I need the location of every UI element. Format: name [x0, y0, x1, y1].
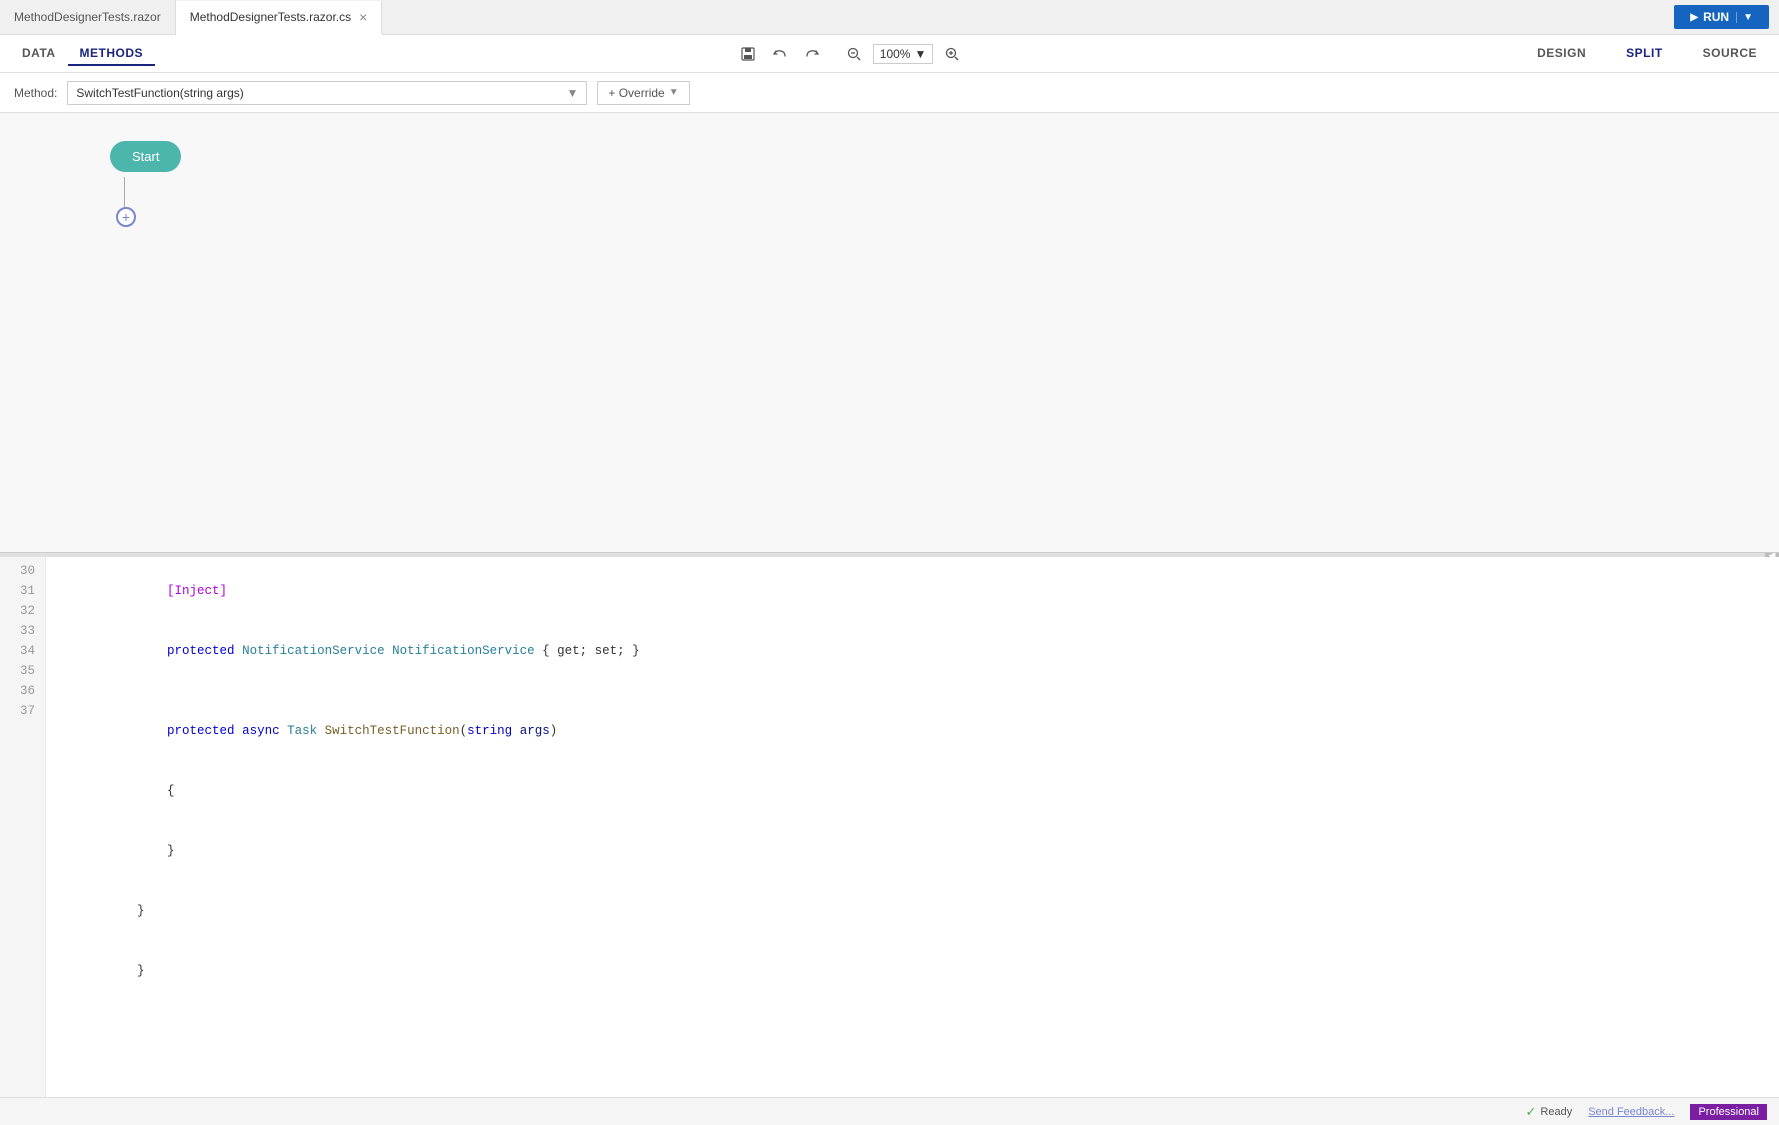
zoom-in-icon — [944, 46, 960, 62]
save-button[interactable] — [735, 43, 761, 65]
tab-bar: MethodDesignerTests.razor MethodDesigner… — [0, 0, 1779, 35]
method-bar: Method: SwitchTestFunction(string args) … — [0, 73, 1779, 113]
code-line-31: protected NotificationService Notificati… — [62, 621, 1779, 681]
zoom-value: 100% — [880, 47, 911, 61]
code-lines[interactable]: [Inject] protected NotificationService N… — [46, 557, 1779, 1097]
redo-icon — [804, 46, 820, 62]
status-ready: ✓ Ready — [1526, 1104, 1573, 1120]
view-design[interactable]: DESIGN — [1525, 42, 1598, 66]
check-icon: ✓ — [1526, 1104, 1537, 1120]
code-line-35: } — [62, 821, 1779, 881]
line-num-34: 34 — [14, 641, 35, 661]
line-num-37: 37 — [14, 701, 35, 721]
redo-button[interactable] — [799, 43, 825, 65]
method-dropdown-icon: ▼ — [566, 86, 578, 100]
zoom-out-icon — [846, 46, 862, 62]
tab-data[interactable]: DATA — [10, 42, 68, 66]
method-selected-value: SwitchTestFunction(string args) — [76, 86, 243, 100]
add-node-icon: + — [122, 209, 130, 225]
line-num-31: 31 — [14, 581, 35, 601]
override-button[interactable]: + Override ▼ — [597, 81, 689, 105]
code-content[interactable]: 30 31 32 33 34 35 36 37 [Inject] protect… — [0, 557, 1779, 1097]
toolbar-center: 100% ▼ — [175, 43, 1525, 65]
tab-1[interactable]: MethodDesignerTests.razor — [0, 0, 176, 34]
view-switcher: DESIGN SPLIT SOURCE — [1525, 42, 1769, 66]
code-line-30: [Inject] — [62, 561, 1779, 621]
override-label: + Override — [608, 86, 664, 100]
method-dropdown[interactable]: SwitchTestFunction(string args) ▼ — [67, 81, 587, 105]
code-line-32 — [62, 681, 1779, 701]
feedback-link[interactable]: Send Feedback... — [1588, 1106, 1674, 1118]
line-num-32: 32 — [14, 601, 35, 621]
ready-label: Ready — [1540, 1106, 1572, 1118]
run-play-icon: ▶ — [1690, 12, 1698, 23]
edition-badge: Professional — [1690, 1104, 1767, 1120]
toolbar-tabs: DATA METHODS — [10, 42, 155, 66]
line-num-30: 30 — [14, 561, 35, 581]
code-line-33: protected async Task SwitchTestFunction(… — [62, 701, 1779, 761]
start-node[interactable]: Start — [110, 141, 181, 172]
zoom-out-button[interactable] — [841, 43, 867, 65]
line-num-33: 33 — [14, 621, 35, 641]
tab-2[interactable]: MethodDesignerTests.razor.cs × — [176, 1, 383, 35]
undo-icon — [772, 46, 788, 62]
add-node-button[interactable]: + — [116, 207, 136, 227]
save-icon — [740, 46, 756, 62]
run-button[interactable]: ▶ RUN ▼ — [1674, 5, 1769, 29]
main-split: Start + ◀ 30 31 32 33 34 35 36 37 [In — [0, 113, 1779, 1097]
method-label: Method: — [14, 86, 57, 100]
tab-methods[interactable]: METHODS — [68, 42, 156, 66]
code-line-34: { — [62, 761, 1779, 821]
main-toolbar: DATA METHODS — [0, 35, 1779, 73]
undo-button[interactable] — [767, 43, 793, 65]
line-num-35: 35 — [14, 661, 35, 681]
start-label: Start — [132, 149, 159, 164]
run-label: RUN — [1703, 10, 1729, 24]
tab-2-close-icon[interactable]: × — [359, 10, 367, 24]
line-num-36: 36 — [14, 681, 35, 701]
view-split[interactable]: SPLIT — [1614, 42, 1675, 66]
override-chevron-icon: ▼ — [669, 87, 679, 98]
status-bar: ✓ Ready Send Feedback... Professional — [0, 1097, 1779, 1125]
code-line-36: } — [62, 881, 1779, 941]
connector-line — [124, 177, 125, 209]
run-dropdown-icon[interactable]: ▼ — [1736, 12, 1753, 23]
code-line-37: } — [62, 941, 1779, 1001]
code-editor: 30 31 32 33 34 35 36 37 [Inject] protect… — [0, 557, 1779, 1097]
zoom-dropdown-icon: ▼ — [914, 47, 926, 61]
designer-canvas: Start + — [0, 113, 1779, 553]
view-source[interactable]: SOURCE — [1691, 42, 1769, 66]
zoom-in-button[interactable] — [939, 43, 965, 65]
tab-2-label: MethodDesignerTests.razor.cs — [190, 10, 351, 24]
line-numbers: 30 31 32 33 34 35 36 37 — [0, 557, 46, 1097]
tab-1-label: MethodDesignerTests.razor — [14, 10, 161, 24]
zoom-selector[interactable]: 100% ▼ — [873, 44, 934, 64]
